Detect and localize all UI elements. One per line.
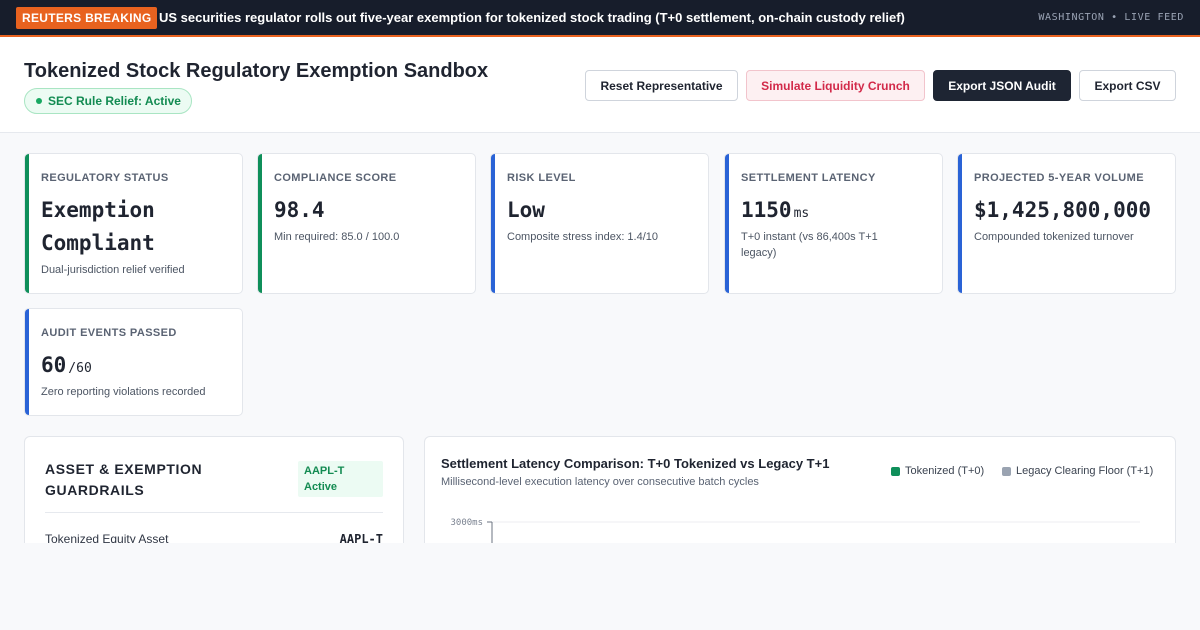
metric-subtext: T+0 instant (vs 86,400s T+1 legacy) xyxy=(741,231,878,259)
metric-unit: ms xyxy=(793,206,810,221)
metric-unit: /60 xyxy=(68,361,92,376)
metric-value-number: 60 xyxy=(41,353,67,377)
metric-label: RISK LEVEL xyxy=(507,172,576,184)
page-title: Tokenized Stock Regulatory Exemption San… xyxy=(24,60,489,82)
chart-y-tick-label: 3000ms xyxy=(450,518,483,528)
breaking-badge: REUTERS BREAKING xyxy=(16,7,158,29)
status-dot-icon xyxy=(36,98,42,104)
chart-title: Settlement Latency Comparison: T+0 Token… xyxy=(441,456,830,471)
ticker-headline[interactable]: US securities regulator rolls out five-y… xyxy=(159,0,905,35)
metric-card-projected-volume: PROJECTED 5-YEAR VOLUME $1,425,800,000 C… xyxy=(957,153,1176,294)
metric-label: PROJECTED 5-YEAR VOLUME xyxy=(974,172,1144,184)
metric-value: 1150 ms xyxy=(741,194,809,230)
below-fold-area xyxy=(0,543,1200,630)
asset-active-badge: AAPL-T Active xyxy=(298,461,383,497)
metric-card-compliance-score: COMPLIANCE SCORE 98.4 Min required: 85.0… xyxy=(257,153,476,294)
reset-representative-button[interactable]: Reset Representative xyxy=(585,70,738,101)
export-csv-button[interactable]: Export CSV xyxy=(1079,70,1176,101)
metric-subtext: Min required: 85.0 / 100.0 xyxy=(274,231,400,243)
metric-subtext: Dual-jurisdiction relief verified xyxy=(41,264,185,276)
legend-item-tokenized[interactable]: Tokenized (T+0) xyxy=(891,465,984,477)
legend-label: Legacy Clearing Floor (T+1) xyxy=(1016,465,1154,477)
metric-card-regulatory-status: REGULATORY STATUS Exemption Compliant Du… xyxy=(24,153,243,294)
metric-card-settlement-latency: SETTLEMENT LATENCY 1150 ms T+0 instant (v… xyxy=(724,153,943,294)
simulate-liquidity-crunch-button[interactable]: Simulate Liquidity Crunch xyxy=(746,70,925,101)
metric-value-number: 1150 xyxy=(741,198,792,222)
metric-label: SETTLEMENT LATENCY xyxy=(741,172,876,184)
status-badge-label: SEC Rule Relief: Active xyxy=(48,94,181,108)
metric-subtext: Zero reporting violations recorded xyxy=(41,386,206,398)
metric-label: COMPLIANCE SCORE xyxy=(274,172,397,184)
chart-subtitle: Millisecond-level execution latency over… xyxy=(441,476,759,488)
metric-subtext: Compounded tokenized turnover xyxy=(974,231,1134,243)
metric-value: $1,425,800,000 xyxy=(974,198,1152,222)
guardrails-title: ASSET & EXEMPTION GUARDRAILS xyxy=(45,461,203,498)
legend-swatch xyxy=(1002,466,1011,476)
metric-value: Exemption Compliant xyxy=(41,198,155,255)
metric-value: 60/60 xyxy=(41,349,92,385)
metric-label: AUDIT EVENTS PASSED xyxy=(41,327,177,339)
live-feed-label: WASHINGTON • LIVE FEED xyxy=(1038,12,1184,23)
metric-card-risk-level: RISK LEVEL Low Composite stress index: 1… xyxy=(490,153,709,294)
legend-label: Tokenized (T+0) xyxy=(905,465,985,477)
metric-label: REGULATORY STATUS xyxy=(41,172,169,184)
metric-subtext: Composite stress index: 1.4/10 xyxy=(507,231,659,243)
divider xyxy=(45,512,383,513)
legend-swatch xyxy=(891,466,900,476)
breaking-news-ticker: REUTERS BREAKING US securities regulator… xyxy=(0,0,1200,37)
export-json-audit-button[interactable]: Export JSON Audit xyxy=(933,70,1071,101)
metric-value: 98.4 xyxy=(274,198,325,222)
metric-card-audit-events: AUDIT EVENTS PASSED 60/60 Zero reporting… xyxy=(24,308,243,416)
page-header: Tokenized Stock Regulatory Exemption San… xyxy=(0,37,1200,133)
metric-value: Low xyxy=(507,198,545,222)
status-badge: SEC Rule Relief: Active xyxy=(24,88,192,114)
legend-item-legacy[interactable]: Legacy Clearing Floor (T+1) xyxy=(1002,465,1153,477)
